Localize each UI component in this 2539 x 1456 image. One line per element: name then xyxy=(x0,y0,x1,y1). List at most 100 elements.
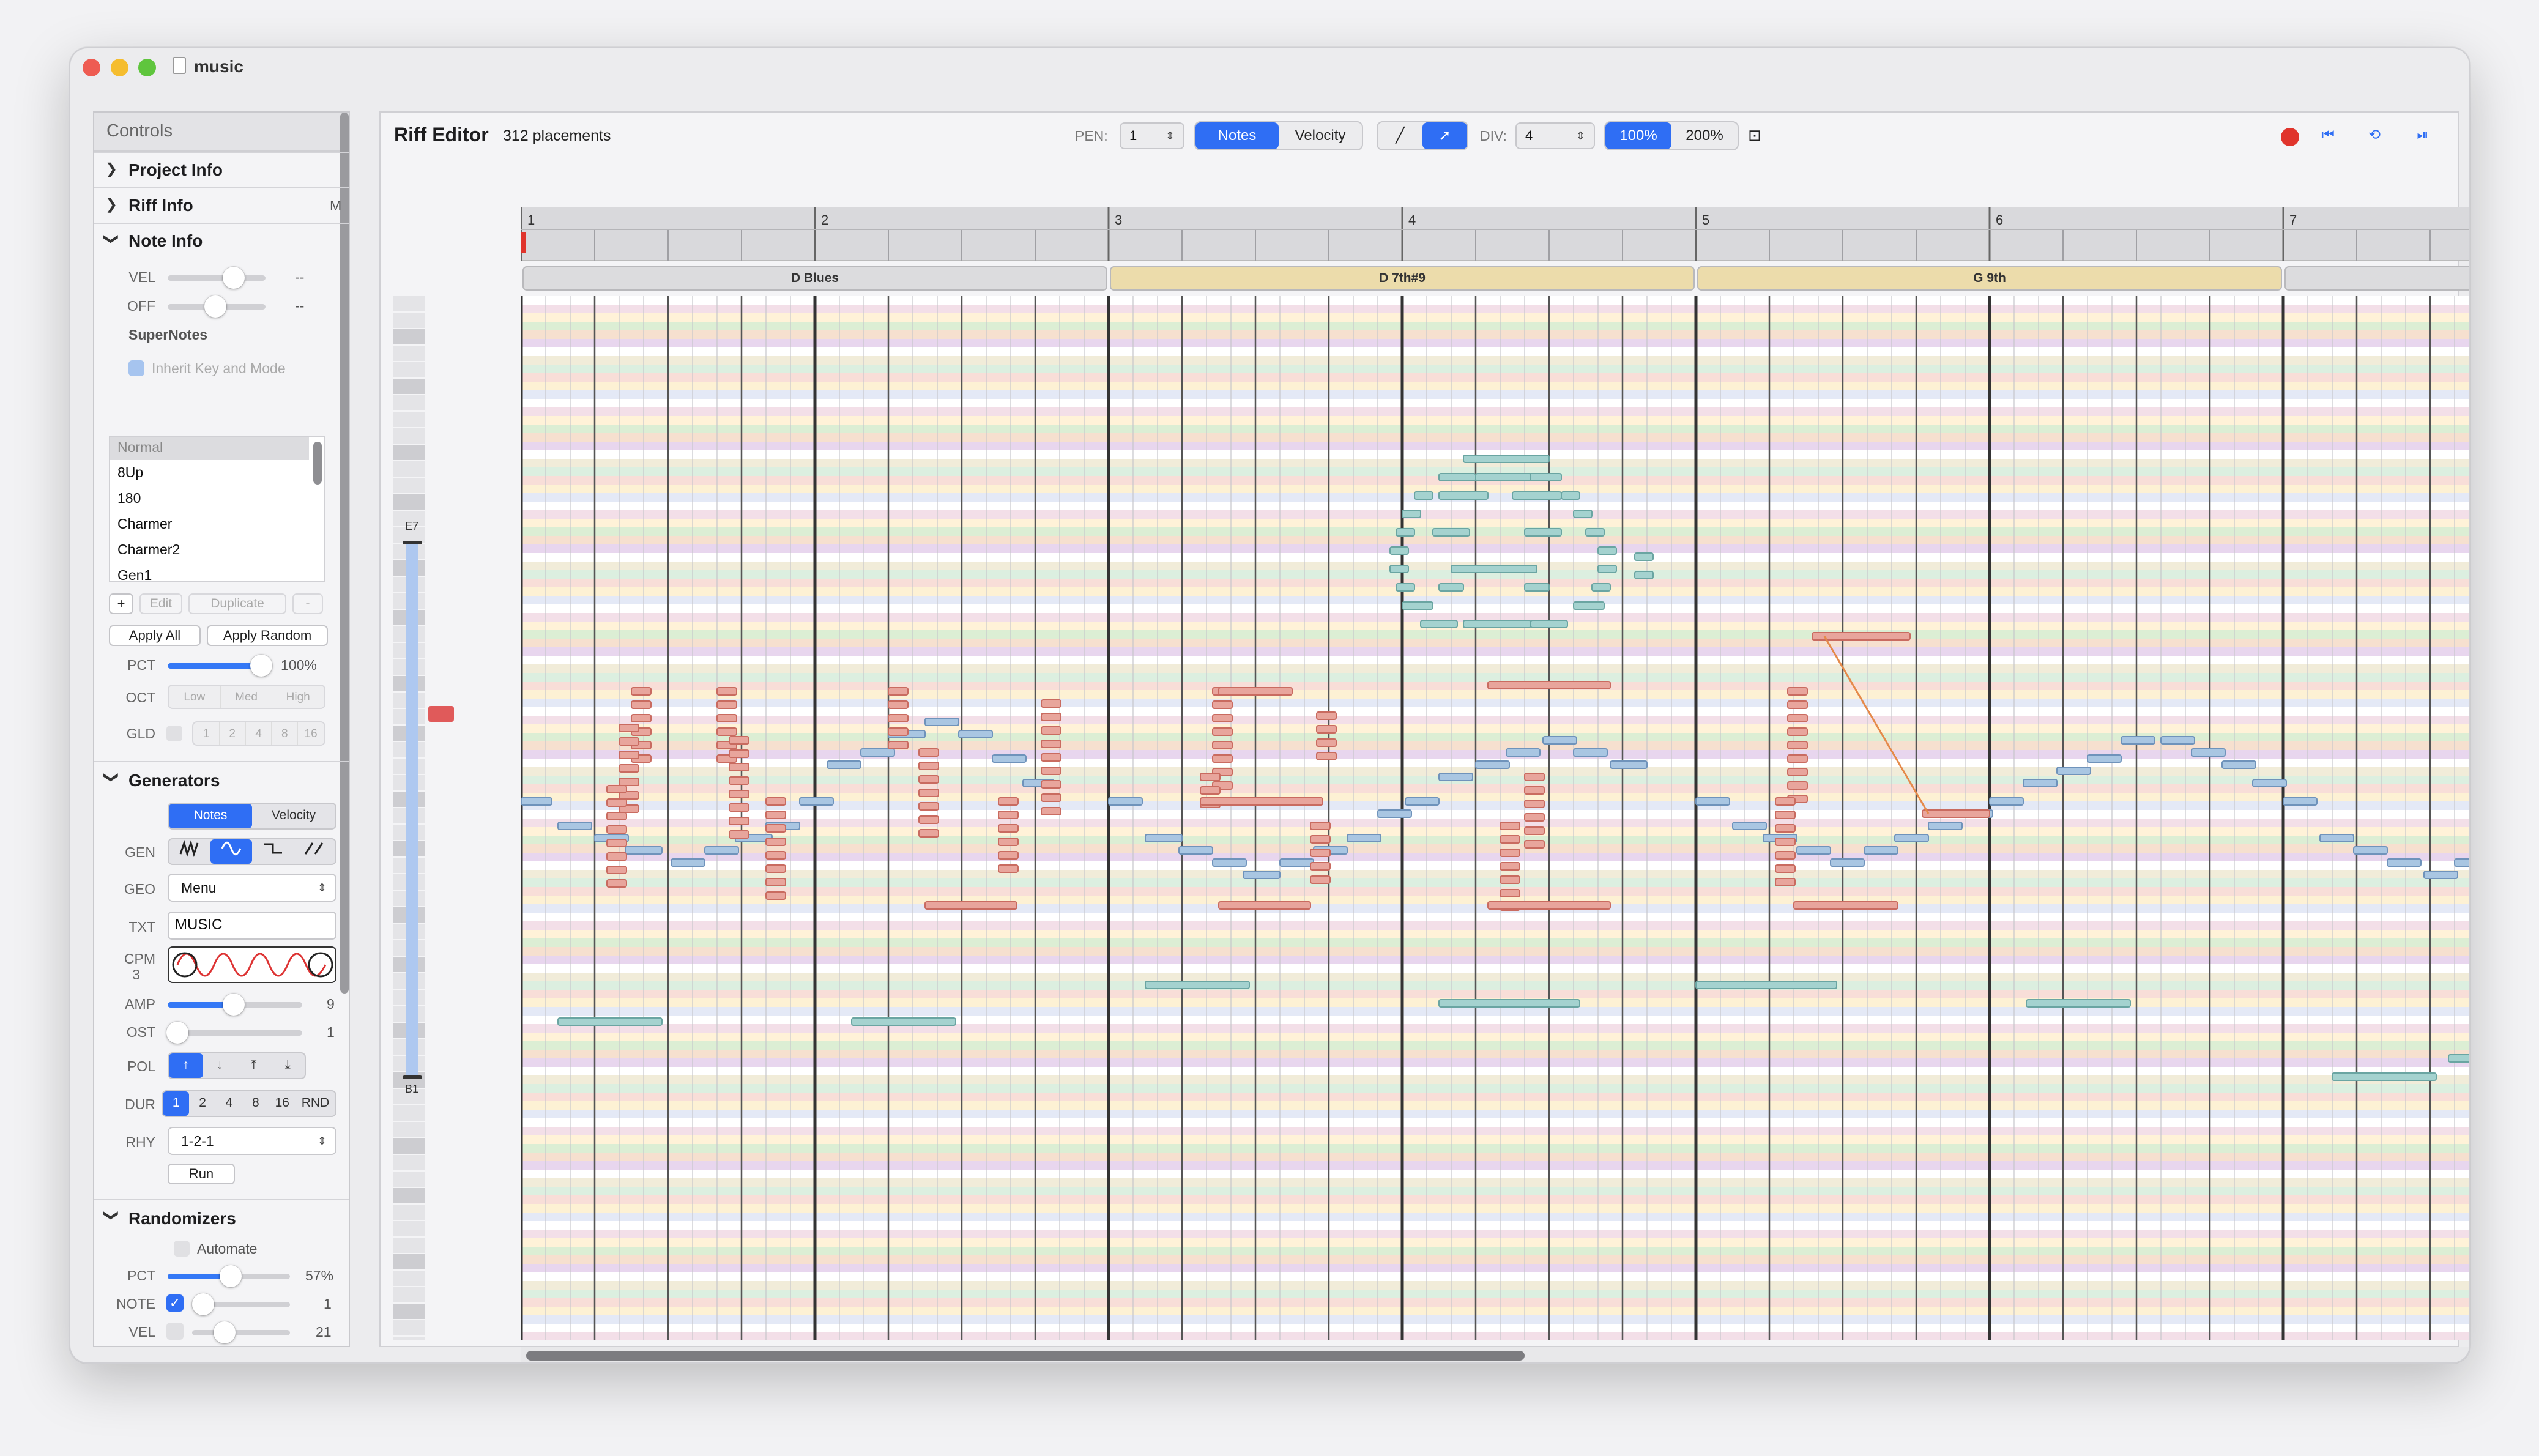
random-pct-knob[interactable] xyxy=(220,1265,242,1287)
horizontal-scroll-thumb[interactable] xyxy=(526,1351,1525,1361)
minimize-window-button[interactable] xyxy=(111,59,128,76)
gld-segmented[interactable]: 1 2 4 8 16 xyxy=(192,721,325,746)
zoom-selector[interactable]: 100% 200% xyxy=(1604,121,1739,150)
sine-wave-icon[interactable] xyxy=(210,839,252,864)
tab-velocity[interactable]: Velocity xyxy=(1279,122,1362,149)
piano-key[interactable] xyxy=(393,1304,425,1320)
piano-key[interactable] xyxy=(393,1138,425,1154)
close-window-button[interactable] xyxy=(83,59,100,76)
piano-key[interactable] xyxy=(393,1172,425,1187)
piano-key[interactable] xyxy=(393,1271,425,1287)
note-info-header[interactable]: Note Info xyxy=(128,231,203,251)
piano-roll-svg[interactable] xyxy=(521,296,2470,1340)
section-project-info[interactable]: ❯ Project Info xyxy=(94,152,349,187)
fit-icon[interactable]: ⊡ xyxy=(1742,121,1767,150)
list-item[interactable]: Normal xyxy=(117,439,163,456)
cpm-wave-preview[interactable] xyxy=(168,946,336,983)
arrow-down-icon[interactable]: ↓ xyxy=(203,1053,237,1078)
dur-option[interactable]: 4 xyxy=(216,1091,242,1116)
list-item[interactable]: 180 xyxy=(117,490,141,507)
loop-icon[interactable]: ⟲ xyxy=(2360,121,2388,150)
piano-roll-grid[interactable] xyxy=(521,296,2470,1340)
remove-supernote-button[interactable]: - xyxy=(292,593,323,614)
oct-med[interactable]: Med xyxy=(221,686,273,708)
zigzag-icon[interactable] xyxy=(169,839,210,864)
add-supernote-button[interactable]: + xyxy=(109,593,133,614)
piano-key[interactable] xyxy=(393,494,425,510)
piano-key[interactable] xyxy=(393,1105,425,1121)
dur-selector[interactable]: 1 2 4 8 16 RND xyxy=(162,1090,336,1117)
list-item[interactable]: 8Up xyxy=(117,464,143,481)
horizontal-scrollbar[interactable] xyxy=(521,1347,2469,1362)
ost-slider-knob[interactable] xyxy=(166,1022,188,1044)
tab-gen-velocity[interactable]: Velocity xyxy=(252,804,335,828)
geo-select[interactable]: Menu ⇕ xyxy=(168,874,336,902)
oct-low[interactable]: Low xyxy=(169,686,221,708)
chevron-down-icon[interactable]: ❯ xyxy=(103,1209,121,1221)
saw-wave-icon[interactable] xyxy=(294,839,335,864)
piano-key[interactable] xyxy=(393,478,425,494)
piano-key[interactable] xyxy=(393,313,425,329)
run-button[interactable]: Run xyxy=(168,1164,235,1184)
range-top-handle[interactable] xyxy=(403,541,422,544)
record-button[interactable] xyxy=(2281,128,2299,146)
bar-ruler[interactable]: 1 2 3 4 5 6 7 xyxy=(521,207,2469,261)
random-vel-track[interactable] xyxy=(192,1330,290,1335)
pitch-range-slider[interactable] xyxy=(403,541,422,1079)
piano-key[interactable] xyxy=(393,1205,425,1220)
piano-key[interactable] xyxy=(393,1155,425,1171)
gld-option[interactable]: 8 xyxy=(272,722,299,745)
random-vel-knob[interactable] xyxy=(214,1321,236,1343)
dur-option[interactable]: 2 xyxy=(189,1091,215,1116)
piano-key[interactable] xyxy=(393,1238,425,1254)
piano-key[interactable] xyxy=(393,329,425,345)
piano-key[interactable] xyxy=(393,1337,425,1340)
playhead-marker[interactable] xyxy=(521,232,526,253)
piano-key[interactable] xyxy=(393,461,425,477)
gld-option[interactable]: 2 xyxy=(220,722,246,745)
pen-select[interactable]: 1 ⇕ xyxy=(1120,122,1184,149)
duplicate-supernote-button[interactable]: Duplicate xyxy=(188,593,286,614)
chord-block[interactable]: G 9th xyxy=(1697,266,2282,291)
zoom-200[interactable]: 200% xyxy=(1671,122,1738,149)
pct-slider-knob[interactable] xyxy=(250,655,272,677)
piano-key[interactable] xyxy=(393,296,425,312)
note-slider-knob[interactable] xyxy=(192,1293,214,1315)
piano-key[interactable] xyxy=(393,1188,425,1204)
tab-gen-notes[interactable]: Notes xyxy=(169,804,252,828)
oct-high[interactable]: High xyxy=(272,686,324,708)
zoom-window-button[interactable] xyxy=(138,59,156,76)
gld-option[interactable]: 16 xyxy=(298,722,324,745)
gld-checkbox[interactable] xyxy=(166,726,182,741)
automate-checkbox[interactable] xyxy=(174,1241,190,1257)
piano-key[interactable] xyxy=(393,1122,425,1138)
pointer-icon[interactable]: ➚ xyxy=(1422,122,1467,149)
chevron-down-icon[interactable]: ❯ xyxy=(103,232,121,245)
arrow-up-icon[interactable]: ↑ xyxy=(169,1053,203,1078)
chord-block[interactable]: D Blues xyxy=(522,266,1107,291)
editor-mode-tabs[interactable]: Notes Velocity xyxy=(1194,121,1363,150)
gld-option[interactable]: 4 xyxy=(246,722,272,745)
piano-key[interactable] xyxy=(393,1221,425,1237)
zoom-100[interactable]: 100% xyxy=(1605,122,1671,149)
piano-key[interactable] xyxy=(393,379,425,395)
dur-option[interactable]: 8 xyxy=(242,1091,269,1116)
chord-block[interactable] xyxy=(2284,266,2469,291)
tab-notes[interactable]: Notes xyxy=(1195,122,1279,149)
piano-key[interactable] xyxy=(393,362,425,378)
dur-option[interactable]: 16 xyxy=(269,1091,296,1116)
apply-all-button[interactable]: Apply All xyxy=(109,625,201,646)
chevron-down-icon[interactable]: ❯ xyxy=(103,771,121,783)
gen-waveform-selector[interactable] xyxy=(168,838,336,865)
piano-key[interactable] xyxy=(393,412,425,428)
oct-segmented[interactable]: Low Med High xyxy=(168,685,325,709)
dur-option[interactable]: RND xyxy=(296,1091,335,1116)
piano-key[interactable] xyxy=(393,445,425,461)
piano-key[interactable] xyxy=(393,1254,425,1270)
div-select[interactable]: 4 ⇕ xyxy=(1515,122,1595,149)
play-pause-icon[interactable]: ⏯ xyxy=(2407,121,2439,150)
dur-option[interactable]: 1 xyxy=(163,1091,190,1116)
amp-slider-knob[interactable] xyxy=(223,994,245,1016)
piano-key[interactable] xyxy=(393,1287,425,1303)
vel-slider-track[interactable] xyxy=(168,275,266,281)
